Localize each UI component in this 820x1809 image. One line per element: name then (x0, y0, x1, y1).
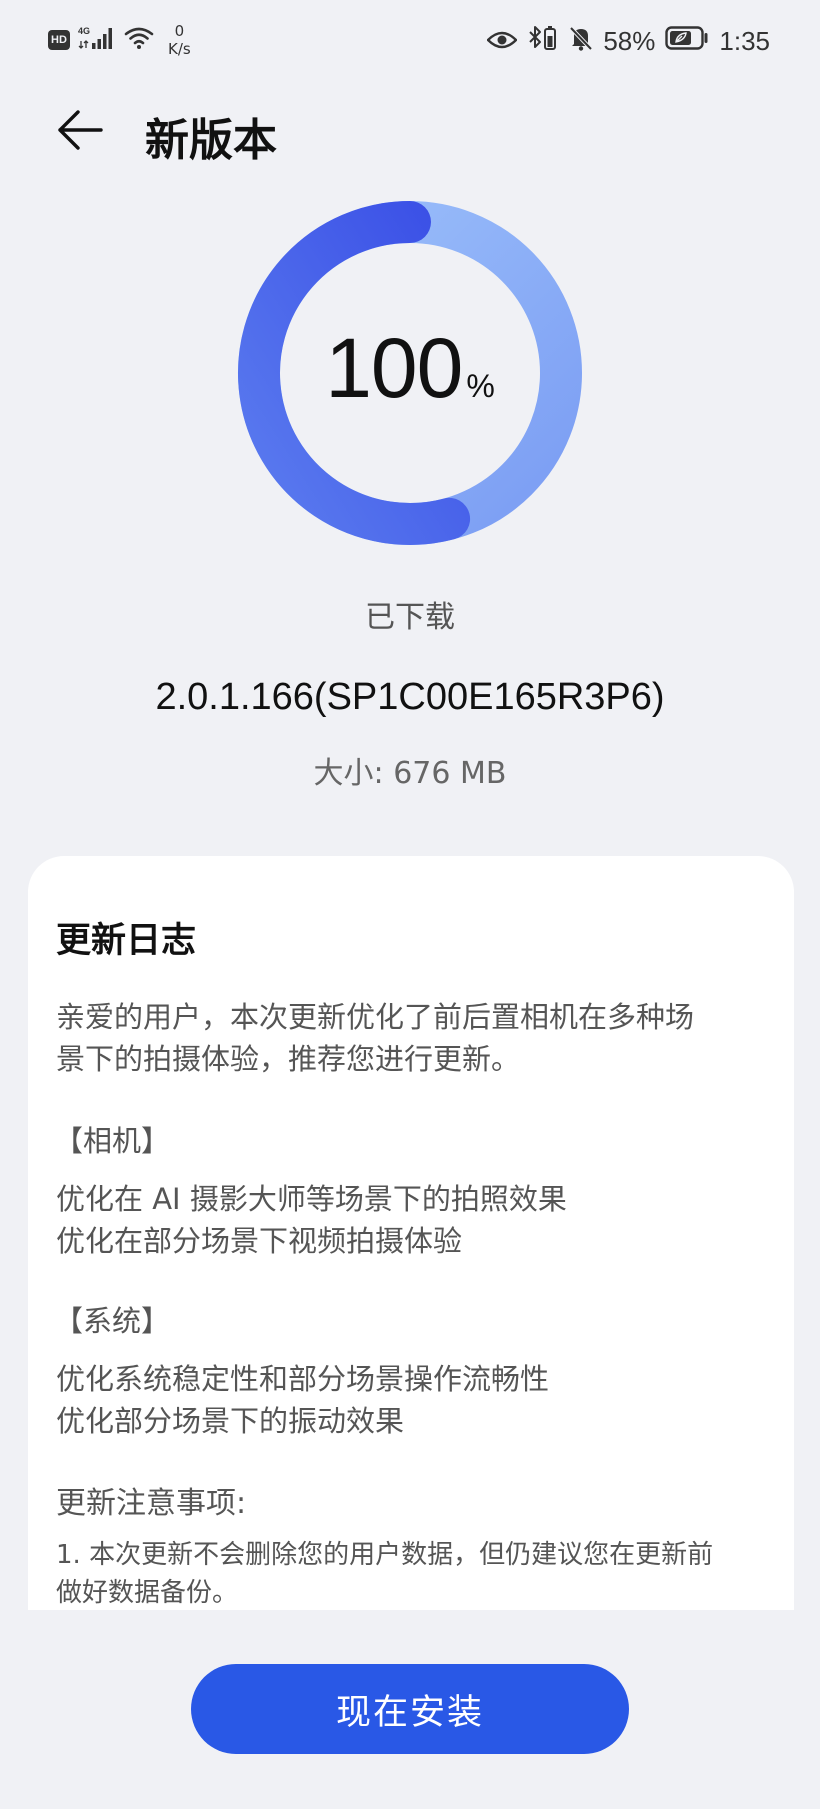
version-number: 2.0.1.166(SP1C00E165R3P6) (155, 676, 665, 718)
changelog-card[interactable]: 更新日志 亲爱的用户，本次更新优化了前后置相机在多种场 景下的拍摄体验，推荐您进… (28, 856, 794, 1610)
progress-value: 100 (325, 321, 463, 415)
back-arrow-icon (56, 108, 104, 156)
mute-bell-icon (569, 25, 593, 58)
progress-unit: % (466, 368, 495, 404)
changelog-intro: 亲爱的用户，本次更新优化了前后置相机在多种场 景下的拍摄体验，推荐您进行更新。 (56, 996, 758, 1080)
list-item: 优化部分场景下的振动效果 (56, 1404, 405, 1438)
page-title: 新版本 (145, 115, 277, 166)
install-now-button[interactable]: 现在安装 (191, 1664, 629, 1754)
notes-text: 1. 本次更新不会删除您的用户数据，但仍建议您在更新前 做好数据备份。 (56, 1536, 758, 1610)
list-item: 优化系统稳定性和部分场景操作流畅性 (56, 1362, 550, 1396)
svg-text:4G: 4G (78, 26, 90, 36)
clock: 1:35 (719, 26, 770, 56)
eye-icon (486, 26, 519, 57)
battery-percent: 58% (603, 26, 656, 56)
network-speed-unit: K/s (168, 40, 191, 58)
progress-label: 100% (237, 320, 583, 417)
list-item: 优化在 AI 摄影大师等场景下的拍照效果 (56, 1182, 567, 1216)
page-header: 新版本 (0, 96, 820, 168)
wifi-icon (124, 26, 154, 54)
intro-line: 景下的拍摄体验，推荐您进行更新。 (56, 1042, 521, 1076)
network-speed-value: 0 (174, 22, 185, 40)
changelog-title: 更新日志 (56, 921, 197, 961)
list-item: 优化在部分场景下视频拍摄体验 (56, 1224, 463, 1258)
intro-line: 亲爱的用户，本次更新优化了前后置相机在多种场 (56, 1000, 695, 1034)
size-label: 大小: (313, 756, 384, 791)
back-button[interactable] (52, 106, 108, 158)
notes-line: 1. 本次更新不会删除您的用户数据，但仍建议您在更新前 (56, 1540, 714, 1570)
package-size: 大小: 676 MB (0, 748, 820, 792)
cellular-signal-icon: 4G (78, 25, 116, 55)
download-progress-ring: 100% (237, 200, 583, 546)
download-status: 已下载 (365, 600, 455, 635)
hd-badge: HD (48, 30, 70, 50)
section-items-camera: 优化在 AI 摄影大师等场景下的拍照效果 优化在部分场景下视频拍摄体验 (56, 1178, 758, 1262)
status-right: 58% 1:35 (486, 24, 770, 59)
status-left: HD 4G 0 K/s (48, 22, 191, 58)
section-items-system: 优化系统稳定性和部分场景操作流畅性 优化部分场景下的振动效果 (56, 1358, 758, 1442)
notes-heading: 更新注意事项: (56, 1486, 247, 1521)
status-bar: HD 4G 0 K/s 58% 1:35 (0, 0, 820, 80)
section-heading-system: 【系统】 (54, 1304, 171, 1338)
bluetooth-battery-icon (527, 24, 559, 59)
battery-icon (665, 26, 709, 57)
size-value: 676 MB (393, 756, 507, 791)
section-heading-camera: 【相机】 (54, 1124, 171, 1158)
network-speed: 0 K/s (168, 22, 191, 58)
notes-line: 做好数据备份。 (56, 1578, 239, 1608)
